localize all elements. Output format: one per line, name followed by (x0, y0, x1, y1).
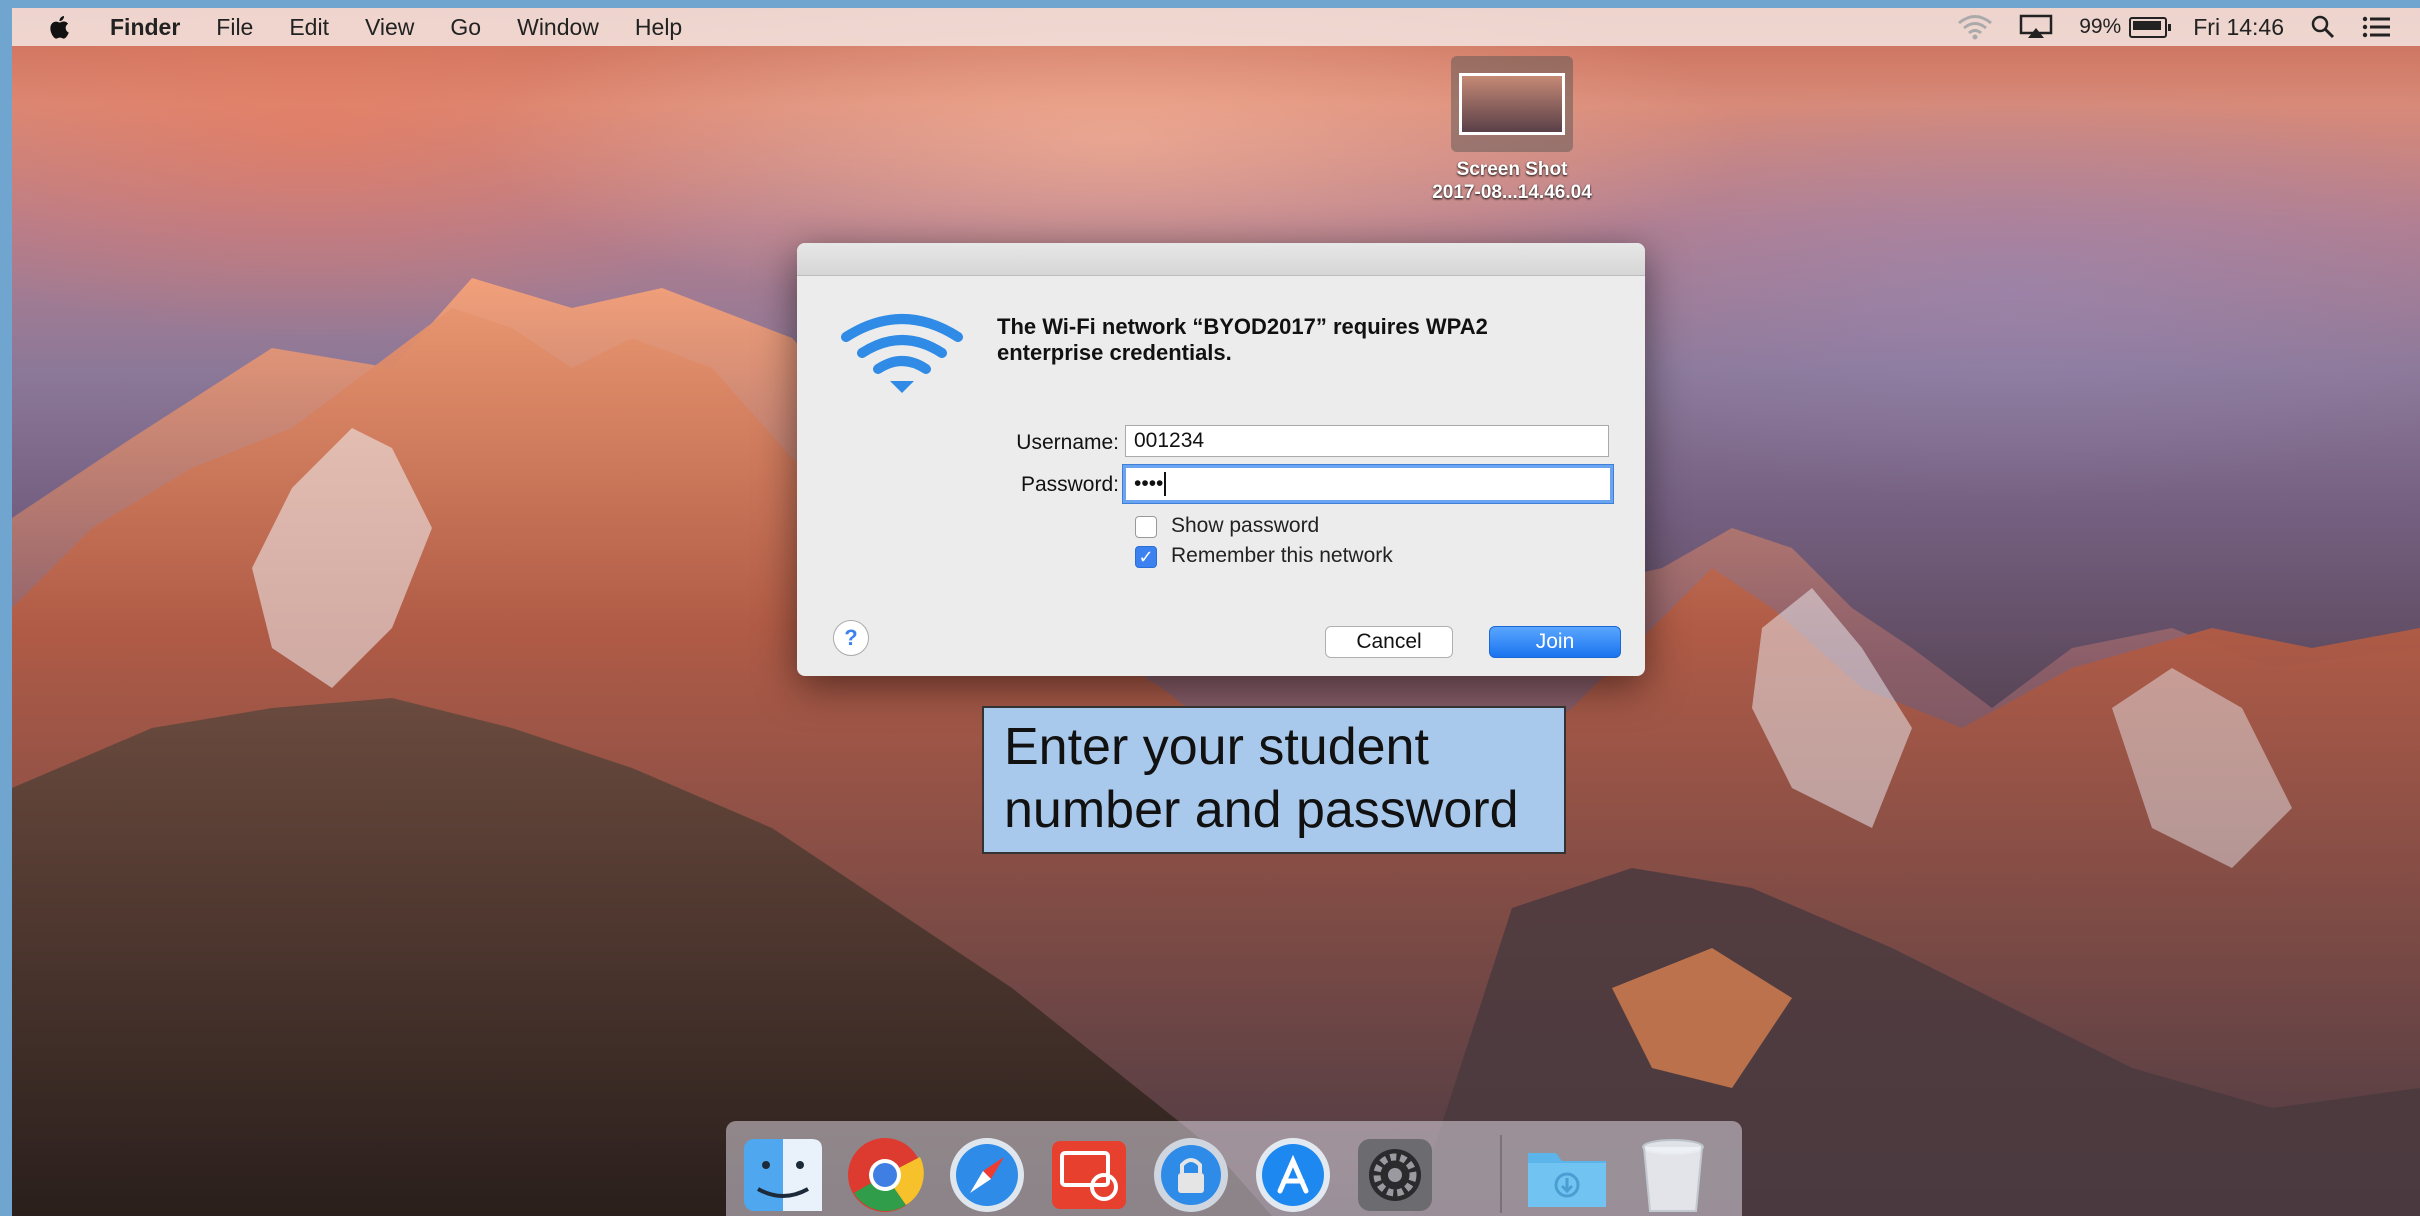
airplay-icon[interactable] (2019, 14, 2053, 40)
caption-line1: Enter your student (1004, 718, 1429, 776)
desktop: Finder File Edit View Go Window Help 99%… (12, 8, 2420, 1216)
desktop-file-screenshot[interactable]: Screen Shot 2017-08...14.46.04 (1412, 56, 1612, 204)
notification-center-icon[interactable] (2362, 15, 2392, 39)
remember-network-checkbox[interactable]: ✓ (1135, 546, 1157, 568)
safari-icon[interactable] (944, 1135, 1030, 1215)
wifi-icon (841, 314, 963, 393)
chrome-icon[interactable] (842, 1135, 928, 1215)
show-password-checkbox[interactable] (1135, 516, 1157, 538)
menu-file[interactable]: File (216, 14, 253, 41)
trash-icon[interactable] (1630, 1135, 1716, 1215)
menu-help[interactable]: Help (635, 14, 682, 41)
desktop-file-label-line2: 2017-08...14.46.04 (1432, 182, 1592, 203)
password-dots: •••• (1134, 472, 1164, 495)
join-button[interactable]: Join (1489, 626, 1621, 658)
battery-icon (2129, 16, 2172, 38)
system-preferences-icon[interactable] (1352, 1135, 1438, 1215)
apple-menu-icon[interactable] (48, 13, 74, 41)
cancel-button[interactable]: Cancel (1325, 626, 1453, 658)
dialog-titlebar[interactable] (797, 243, 1645, 276)
username-field[interactable] (1125, 425, 1609, 457)
remote-desktop-icon[interactable] (1046, 1135, 1132, 1215)
clock[interactable]: Fri 14:46 (2193, 14, 2284, 41)
wifi-status-icon[interactable] (1957, 14, 1993, 40)
remember-network-label[interactable]: Remember this network (1171, 544, 1393, 568)
menu-view[interactable]: View (365, 14, 414, 41)
desktop-file-label-line1: Screen Shot (1456, 159, 1568, 180)
screenshot-thumbnail (1451, 56, 1573, 152)
keychain-lock-icon[interactable] (1148, 1135, 1234, 1215)
menu-window[interactable]: Window (517, 14, 599, 41)
menu-app-finder[interactable]: Finder (110, 14, 180, 41)
show-password-label[interactable]: Show password (1171, 514, 1319, 538)
downloads-folder-icon[interactable] (1524, 1135, 1610, 1215)
dock-separator (1500, 1135, 1502, 1213)
finder-icon[interactable] (740, 1135, 826, 1215)
help-button[interactable]: ? (833, 620, 869, 656)
battery-percent[interactable]: 99% (2079, 15, 2172, 39)
menu-bar: Finder File Edit View Go Window Help 99%… (12, 8, 2420, 46)
caption-line2: number and password (1004, 781, 1519, 839)
app-store-icon[interactable] (1250, 1135, 1336, 1215)
dock (726, 1121, 1742, 1216)
text-cursor (1164, 472, 1167, 497)
password-label: Password: (1020, 473, 1119, 496)
password-field[interactable]: •••• (1123, 465, 1613, 503)
image-file-icon (1459, 73, 1565, 135)
username-label: Username: (1016, 431, 1119, 454)
instruction-caption: Enter your student number and password (982, 706, 1566, 854)
dialog-message: The Wi-Fi network “BYOD2017” requires WP… (997, 314, 1488, 365)
spotlight-search-icon[interactable] (2310, 14, 2336, 40)
wifi-credentials-dialog: The Wi-Fi network “BYOD2017” requires WP… (797, 243, 1645, 676)
status-area: 99% Fri 14:46 (1957, 8, 2392, 46)
desktop-file-label: Screen Shot 2017-08...14.46.04 (1412, 158, 1612, 204)
menu-edit[interactable]: Edit (289, 14, 329, 41)
menu-go[interactable]: Go (450, 14, 481, 41)
